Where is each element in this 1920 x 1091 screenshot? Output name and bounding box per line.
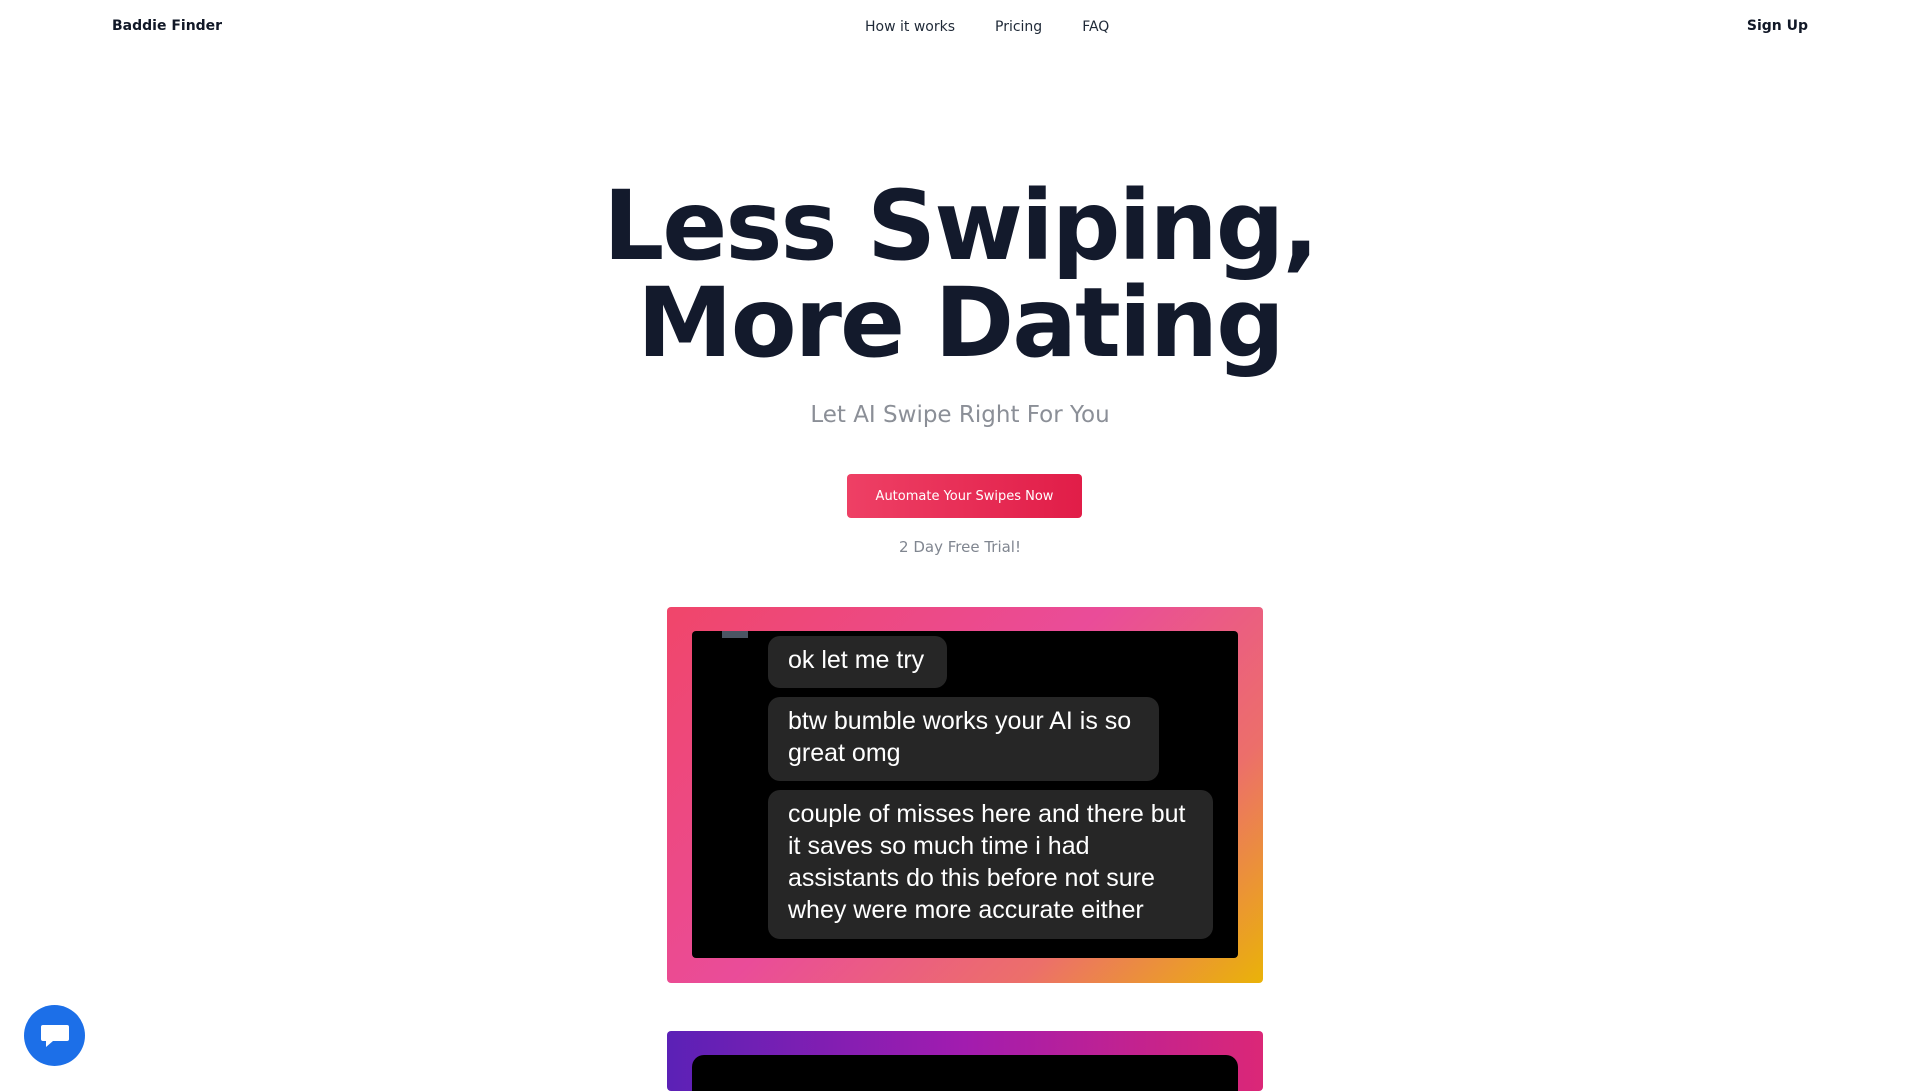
chat-message: couple of misses here and there but it s… bbox=[768, 790, 1213, 939]
nav-link-pricing[interactable]: Pricing bbox=[995, 19, 1042, 35]
testimonial-card: ok let me try btw bumble works your AI i… bbox=[667, 607, 1263, 983]
nav-link-how-it-works[interactable]: How it works bbox=[865, 19, 955, 35]
chat-widget-button[interactable] bbox=[24, 1005, 85, 1066]
testimonial-card-2 bbox=[667, 1031, 1263, 1091]
nav-link-faq[interactable]: FAQ bbox=[1082, 19, 1109, 35]
hero-title-line-2: More Dating bbox=[637, 267, 1285, 379]
chat-screenshot: ok let me try btw bumble works your AI i… bbox=[692, 631, 1238, 958]
chat-screenshot-2 bbox=[692, 1055, 1238, 1091]
chat-message: btw bumble works your AI is so great omg bbox=[768, 697, 1159, 781]
chat-message: ok let me try bbox=[768, 636, 947, 688]
top-nav: Baddie Finder How it works Pricing FAQ S… bbox=[0, 0, 1920, 56]
sign-up-link[interactable]: Sign Up bbox=[1747, 18, 1808, 34]
chat-bubble-icon bbox=[40, 1024, 69, 1047]
free-trial-note: 2 Day Free Trial! bbox=[899, 538, 1021, 556]
hero-title: Less Swiping, More Dating bbox=[0, 178, 1920, 372]
chat-tab-marker bbox=[722, 631, 748, 638]
nav-links: How it works Pricing FAQ bbox=[865, 19, 1109, 35]
brand-logo[interactable]: Baddie Finder bbox=[112, 18, 222, 34]
automate-swipes-button[interactable]: Automate Your Swipes Now bbox=[847, 474, 1082, 518]
hero-title-line-1: Less Swiping, bbox=[603, 170, 1319, 282]
hero-subtitle: Let AI Swipe Right For You bbox=[810, 402, 1110, 428]
